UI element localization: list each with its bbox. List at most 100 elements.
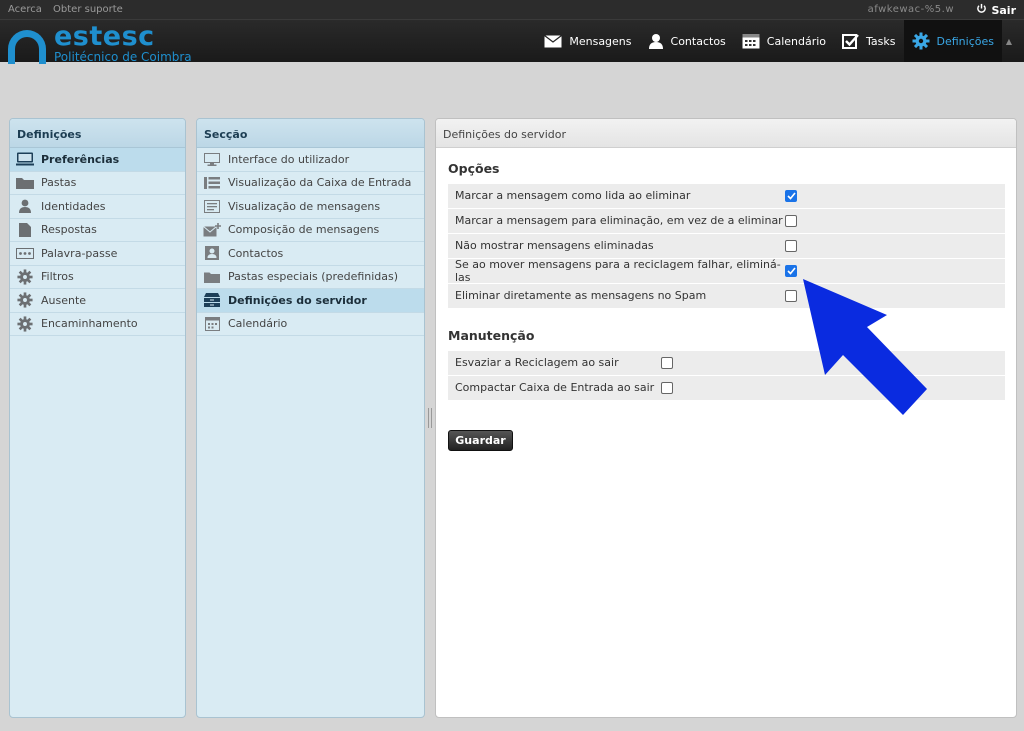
section-item-label: Composição de mensagens: [228, 223, 380, 237]
calendar-icon: [742, 33, 760, 49]
monitor-icon: [203, 152, 221, 166]
option-label: Marcar a mensagem como lida ao eliminar: [455, 189, 691, 203]
save-button[interactable]: Guardar: [448, 430, 513, 451]
section-item-compose[interactable]: Composição de mensagens: [197, 219, 424, 242]
settings-item-label: Respostas: [41, 223, 97, 237]
settings-item-preferencias[interactable]: Preferências: [10, 148, 185, 172]
settings-item-ausente[interactable]: Ausente: [10, 289, 185, 313]
compose-icon: [203, 222, 221, 237]
option-checkbox[interactable]: [785, 239, 797, 252]
settings-item-identidades[interactable]: Identidades: [10, 195, 185, 219]
option-checkbox[interactable]: [785, 189, 797, 202]
option-label: Não mostrar mensagens eliminadas: [455, 239, 654, 253]
maintenance-checkbox[interactable]: [661, 381, 673, 394]
maintenance-checkbox[interactable]: [661, 356, 673, 369]
section-item-label: Contactos: [228, 246, 284, 260]
section-item-server-settings[interactable]: Definições do servidor: [197, 289, 424, 313]
section-panel: Secção Interface do utilizador Visualiza…: [196, 118, 425, 718]
section-panel-title: Secção: [197, 119, 424, 148]
option-row: Não mostrar mensagens eliminadas: [448, 234, 1005, 258]
option-label: Se ao mover mensagens para a reciclagem …: [455, 257, 781, 284]
maintenance-label: Compactar Caixa de Entrada ao sair: [455, 381, 655, 395]
power-icon: [976, 3, 987, 17]
section-item-calendar[interactable]: Calendário: [197, 313, 424, 336]
password-icon: [16, 246, 34, 260]
section-item-label: Interface do utilizador: [228, 152, 350, 166]
nav-label: Definições: [936, 34, 994, 48]
option-label: Eliminar diretamente as mensagens no Spa…: [455, 289, 707, 303]
username: afwkewac-%5.w: [867, 4, 954, 15]
settings-item-label: Palavra-passe: [41, 246, 118, 260]
nav-mensagens[interactable]: Mensagens: [536, 20, 639, 62]
section-item-inbox-view[interactable]: Visualização da Caixa de Entrada: [197, 172, 424, 195]
settings-panel-title: Definições: [10, 119, 185, 148]
settings-item-pastas[interactable]: Pastas: [10, 172, 185, 195]
option-checkbox[interactable]: [785, 214, 797, 227]
gear-icon: [16, 316, 34, 332]
logout-label: Sair: [991, 3, 1016, 17]
section-item-special-folders[interactable]: Pastas especiais (predefinidas): [197, 266, 424, 289]
checkbox-icon: [842, 33, 859, 49]
annotation-arrow-icon: [803, 279, 927, 415]
mail-icon: [544, 34, 563, 48]
contact-card-icon: [203, 246, 221, 261]
section-list: Interface do utilizador Visualização da …: [197, 148, 424, 336]
settings-item-label: Preferências: [41, 152, 120, 166]
list-icon: [203, 176, 221, 190]
option-label: Marcar a mensagem para eliminação, em ve…: [455, 214, 783, 228]
nav-tasks[interactable]: Tasks: [834, 20, 903, 62]
main-nav: Mensagens Contactos Calendário Tasks Def…: [536, 20, 1016, 62]
brand-subtitle: Politécnico de Coimbra: [54, 50, 192, 64]
message-view-icon: [203, 199, 221, 213]
settings-item-respostas[interactable]: Respostas: [10, 219, 185, 242]
nav-collapse-caret-icon[interactable]: ▲: [1002, 20, 1016, 62]
nav-definicoes[interactable]: Definições: [903, 20, 1002, 62]
top-utility-bar: Acerca Obter suporte afwkewac-%5.w Sair: [0, 0, 1024, 20]
nav-label: Calendário: [766, 34, 827, 48]
section-item-contacts[interactable]: Contactos: [197, 242, 424, 266]
brand-name: estesc: [54, 21, 155, 52]
settings-panel: Definições Preferências Pastas Identidad…: [9, 118, 186, 718]
logo-arch-icon: [8, 30, 46, 64]
settings-item-filtros[interactable]: Filtros: [10, 266, 185, 289]
section-item-label: Visualização de mensagens: [228, 199, 381, 213]
settings-item-palavra-passe[interactable]: Palavra-passe: [10, 242, 185, 266]
utility-links: Acerca Obter suporte: [8, 4, 131, 15]
calendar-icon: [203, 316, 221, 331]
person-icon: [16, 199, 34, 214]
folder-icon: [16, 176, 34, 190]
nav-contactos[interactable]: Contactos: [640, 20, 734, 62]
logout-button[interactable]: Sair: [976, 3, 1016, 17]
document-icon: [16, 222, 34, 237]
settings-item-label: Encaminhamento: [41, 317, 138, 331]
person-icon: [648, 33, 664, 49]
maintenance-heading: Manutenção: [448, 328, 535, 343]
settings-item-encaminhamento[interactable]: Encaminhamento: [10, 313, 185, 336]
gear-icon: [16, 292, 34, 308]
option-row: Marcar a mensagem como lida ao eliminar: [448, 184, 1005, 208]
option-row: Marcar a mensagem para eliminação, em ve…: [448, 209, 1005, 233]
monitor-icon: [16, 152, 34, 166]
gear-icon: [16, 269, 34, 285]
nav-calendario[interactable]: Calendário: [734, 20, 834, 62]
folder-icon: [203, 270, 221, 284]
options-heading: Opções: [448, 161, 500, 176]
support-link[interactable]: Obter suporte: [53, 4, 123, 15]
settings-item-label: Ausente: [41, 293, 87, 307]
settings-item-label: Identidades: [41, 199, 106, 213]
settings-list: Preferências Pastas Identidades Resposta…: [10, 148, 185, 336]
settings-item-label: Pastas: [41, 176, 77, 190]
server-settings-title: Definições do servidor: [436, 119, 1016, 148]
section-item-label: Calendário: [228, 317, 288, 331]
section-item-message-view[interactable]: Visualização de mensagens: [197, 195, 424, 219]
section-item-label: Pastas especiais (predefinidas): [228, 270, 399, 284]
panel-splitter-handle[interactable]: [428, 408, 432, 428]
logo: estesc Politécnico de Coimbra: [8, 21, 228, 64]
nav-label: Tasks: [866, 34, 896, 48]
settings-item-label: Filtros: [41, 270, 74, 284]
section-item-label: Visualização da Caixa de Entrada: [228, 176, 412, 190]
section-item-interface[interactable]: Interface do utilizador: [197, 148, 424, 172]
section-item-label: Definições do servidor: [228, 293, 367, 307]
gear-icon: [912, 32, 930, 50]
about-link[interactable]: Acerca: [8, 4, 42, 15]
